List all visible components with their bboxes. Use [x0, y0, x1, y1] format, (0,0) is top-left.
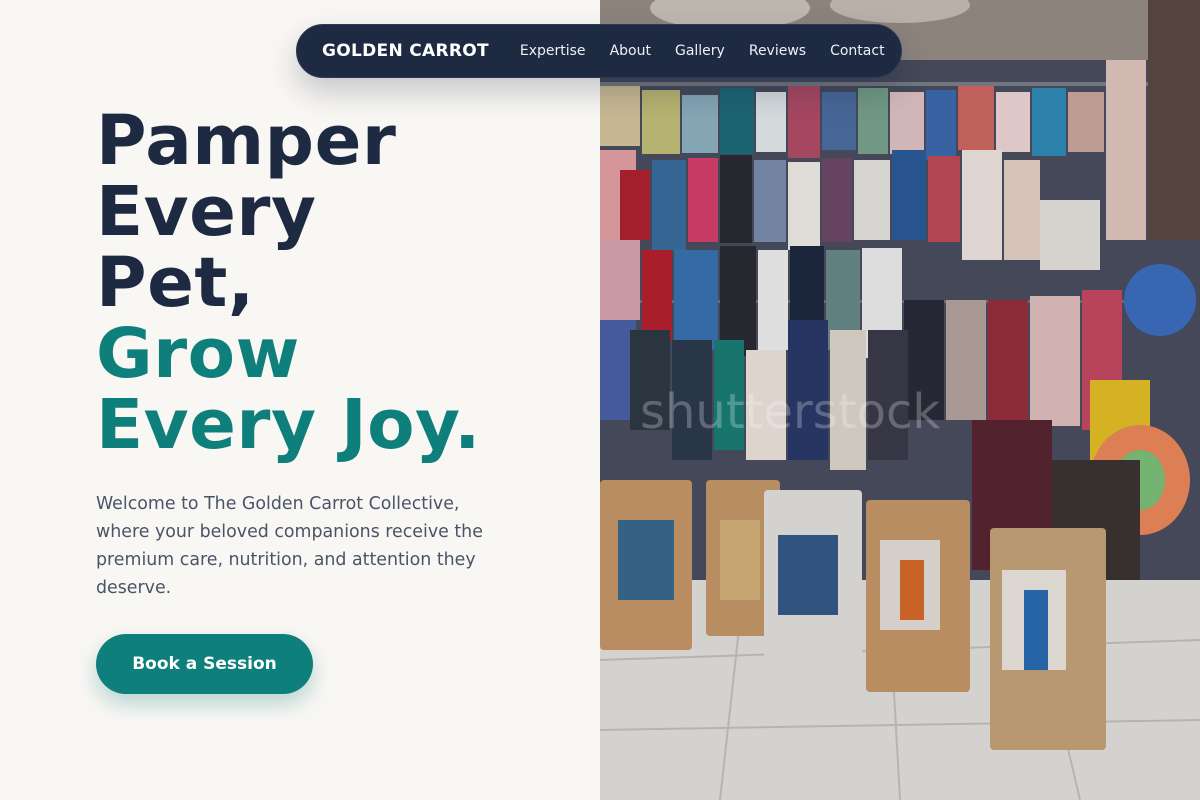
headline-line-2: Every	[96, 172, 317, 252]
headline-line-5: Every Joy.	[96, 385, 481, 465]
hero-headline: Pamper Every Pet, Grow Every Joy.	[96, 106, 481, 461]
nav-link-contact[interactable]: Contact	[830, 43, 884, 59]
photo-watermark: shutterstock	[640, 384, 940, 440]
brand-logo-text[interactable]: GOLDEN CARROT	[322, 41, 489, 61]
nav-link-gallery[interactable]: Gallery	[675, 43, 725, 59]
nav-link-reviews[interactable]: Reviews	[749, 43, 806, 59]
hero-intro-text: Welcome to The Golden Carrot Collective,…	[96, 494, 483, 598]
headline-line-4: Grow	[96, 314, 300, 394]
headline-line-3: Pet,	[96, 243, 255, 323]
main-navbar: GOLDEN CARROT Expertise About Gallery Re…	[296, 24, 902, 78]
book-session-button[interactable]: Book a Session	[96, 634, 313, 694]
nav-link-expertise[interactable]: Expertise	[520, 43, 586, 59]
hero-photo: shutterstock	[600, 0, 1200, 800]
headline-line-1: Pamper	[96, 101, 397, 181]
nav-link-about[interactable]: About	[610, 43, 651, 59]
